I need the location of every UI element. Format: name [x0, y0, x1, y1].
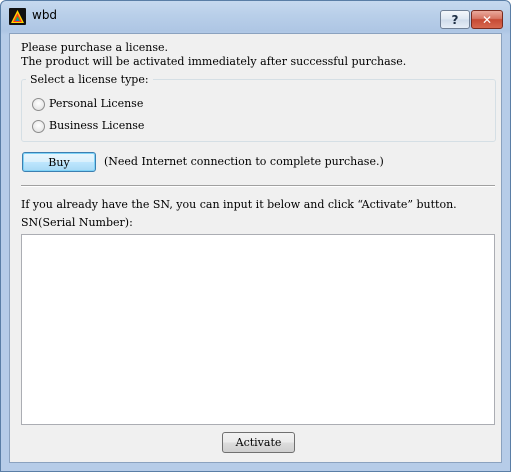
- buy-button[interactable]: Buy: [22, 152, 96, 172]
- app-icon: [9, 8, 26, 25]
- business-license-radio[interactable]: [32, 120, 45, 133]
- activate-button[interactable]: Activate: [222, 432, 295, 453]
- window-title: wbd: [32, 8, 58, 22]
- personal-license-radio[interactable]: [32, 98, 45, 111]
- sn-label: SN(Serial Number):: [21, 216, 133, 229]
- personal-license-label[interactable]: Personal License: [49, 97, 143, 110]
- purchase-note: (Need Internet connection to complete pu…: [104, 155, 384, 168]
- divider: [21, 185, 495, 187]
- license-type-group-label: Select a license type:: [26, 73, 153, 86]
- intro-line-1: Please purchase a license.: [21, 41, 168, 54]
- help-button[interactable]: ?: [440, 10, 470, 29]
- dialog-body: Please purchase a license. The product w…: [9, 33, 502, 463]
- title-bar[interactable]: wbd ? ✕: [1, 1, 510, 33]
- license-type-group: [21, 79, 496, 142]
- close-button[interactable]: ✕: [471, 10, 503, 29]
- license-dialog-window: wbd ? ✕ Please purchase a license. The p…: [0, 0, 511, 472]
- activation-instruction: If you already have the SN, you can inpu…: [21, 198, 457, 211]
- intro-line-2: The product will be activated immediatel…: [21, 55, 407, 68]
- business-license-label[interactable]: Business License: [49, 119, 144, 132]
- serial-number-input[interactable]: [21, 234, 495, 425]
